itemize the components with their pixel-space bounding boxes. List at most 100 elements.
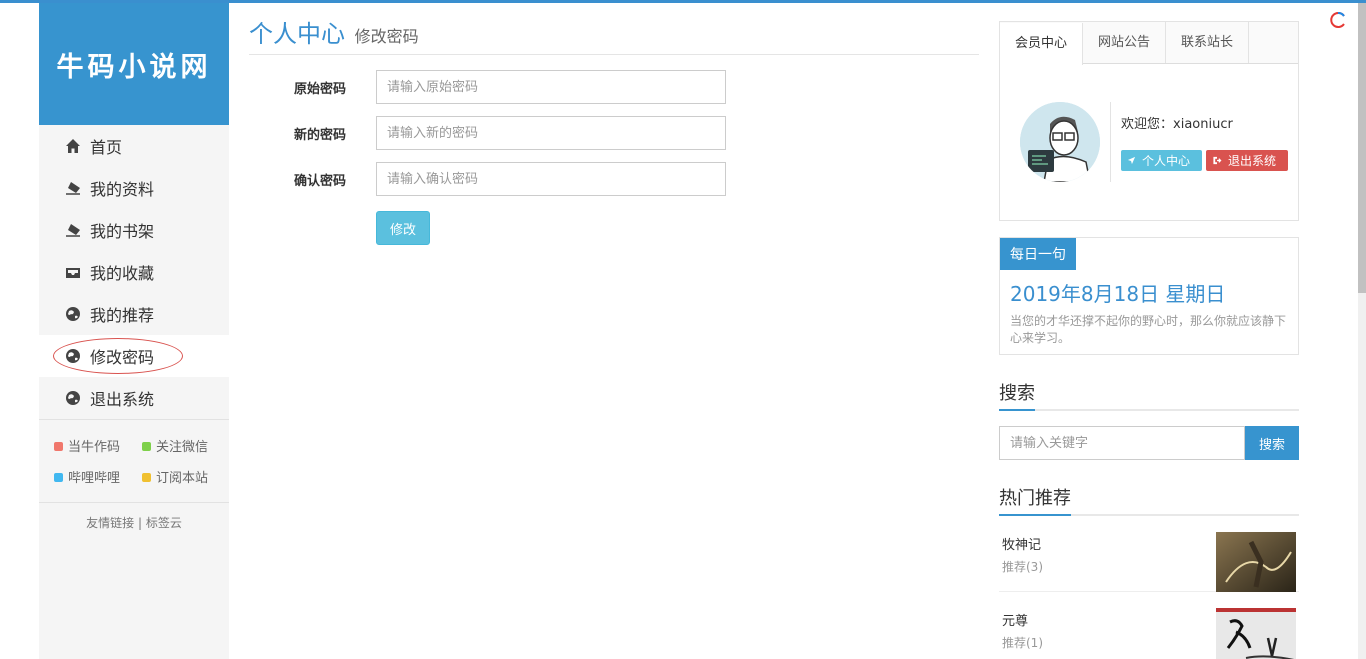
username: xiaoniucr [1173,117,1233,132]
scrollbar-thumb[interactable] [1358,3,1366,293]
tab-announcements[interactable]: 网站公告 [1083,22,1167,63]
search-input[interactable] [999,426,1245,460]
sidebar-item-recommend[interactable]: 我的推荐 [39,293,229,335]
sidebar-item-label: 退出系统 [90,390,155,409]
tab-member-center[interactable]: 会员中心 [1000,23,1084,65]
social-links: 当牛作码 关注微信 哔哩哔哩 订阅本站 [39,420,229,496]
sidebar-item-label: 修改密码 [90,348,155,367]
logo-text: 牛码小说网 [56,51,212,83]
title-text: 个人中心 [249,20,345,48]
sign-out-icon [1213,156,1222,165]
friend-links-link[interactable]: 友情链接 [86,516,134,530]
welcome-prefix: 欢迎您： [1121,117,1174,132]
field-label: 原始密码 [293,81,346,97]
tab-contact[interactable]: 联系站长 [1166,22,1250,63]
daily-quote: 当您的才华还撑不起你的野心时，那么你就应该静下心来学习。 [1010,314,1287,345]
book-title[interactable]: 元尊 [1002,610,1043,629]
search-button[interactable]: 搜索 [1245,426,1299,460]
welcome-block: 欢迎您：xiaoniucr 个人中心 退出系统 [1121,113,1289,171]
form-row-old-password: 原始密码 [249,70,979,104]
square-icon [54,473,63,482]
section-heading: 热门推荐 [999,484,1071,516]
sidebar-item-label: 我的资料 [90,180,155,199]
sidebar-item-label: 我的推荐 [90,306,155,325]
page: 牛码小说网 首页 我的资料 我的书架 我的收藏 我的推荐 修改密码 退出系统 当… [0,0,1366,659]
globe-icon [64,389,82,407]
logout-button[interactable]: 退出系统 [1206,150,1289,171]
daily-tag: 每日一句 [1000,238,1076,270]
new-password-input[interactable] [376,116,726,150]
form-row-new-password: 新的密码 [249,116,979,150]
daily-date: 2019年8月18日 星期日 [1010,282,1226,306]
social-link[interactable]: 订阅本站 [142,467,230,486]
form-row-confirm-password: 确认密码 [249,162,979,196]
avatar [1020,102,1100,182]
social-link[interactable]: 当牛作码 [54,436,142,455]
user-actions: 个人中心 退出系统 [1121,150,1289,171]
separator: | [137,516,143,530]
square-icon [54,442,63,451]
sidebar-item-home[interactable]: 首页 [39,125,229,167]
sidebar-item-profile[interactable]: 我的资料 [39,167,229,209]
home-icon [64,137,82,155]
square-icon [142,442,151,451]
social-label: 关注微信 [156,440,209,455]
loading-spinner-icon [1330,12,1346,28]
submit-button[interactable]: 修改 [376,211,430,245]
sidebar-item-logout[interactable]: 退出系统 [39,377,229,419]
list-item[interactable]: 元尊 推荐(1) [999,592,1299,659]
site-logo[interactable]: 牛码小说网 [39,3,229,125]
sidebar-item-change-password[interactable]: 修改密码 [39,335,229,377]
confirm-password-input[interactable] [376,162,726,196]
sidebar-item-bookshelf[interactable]: 我的书架 [39,209,229,251]
square-icon [142,473,151,482]
sidebar: 牛码小说网 首页 我的资料 我的书架 我的收藏 我的推荐 修改密码 退出系统 当… [39,3,229,659]
personal-center-button[interactable]: 个人中心 [1121,150,1203,171]
footer-links: 友情链接 | 标签云 [39,502,229,531]
social-label: 哔哩哔哩 [68,471,121,486]
tag-cloud-link[interactable]: 标签云 [146,516,182,530]
social-label: 订阅本站 [156,471,209,486]
globe-icon [64,347,82,365]
book-info: 元尊 推荐(1) [1002,610,1043,659]
user-box: 欢迎您：xiaoniucr 个人中心 退出系统 [1000,64,1298,220]
sidebar-item-label: 首页 [90,138,123,157]
social-link[interactable]: 哔哩哔哩 [54,467,142,486]
book-rec-count: 推荐(1) [1002,636,1043,650]
sidebar-item-label: 我的收藏 [90,264,155,283]
button-label: 退出系统 [1228,154,1277,168]
book-cover[interactable] [1216,608,1296,659]
divider [1110,102,1111,182]
location-arrow-icon [1127,156,1136,165]
social-label: 当牛作码 [68,440,121,455]
member-panel: 会员中心 网站公告 联系站长 欢迎您：xiaoniucr 个人中心 退出系统 [999,21,1299,221]
member-tabs: 会员中心 网站公告 联系站长 [1000,22,1298,65]
scrollbar[interactable] [1358,3,1366,659]
eraser-icon [64,221,82,239]
book-rec-count: 推荐(3) [1002,560,1043,574]
book-title[interactable]: 牧神记 [1002,534,1043,553]
sidebar-menu: 首页 我的资料 我的书架 我的收藏 我的推荐 修改密码 退出系统 [39,125,229,419]
sidebar-item-label: 我的书架 [90,222,155,241]
social-link[interactable]: 关注微信 [142,436,230,455]
right-column: 会员中心 网站公告 联系站长 欢迎您：xiaoniucr 个人中心 退出系统 每… [999,21,1299,659]
globe-icon [64,305,82,323]
old-password-input[interactable] [376,70,726,104]
hot-title: 热门推荐 [999,484,1299,516]
search-box: 搜索 [999,426,1299,460]
list-item[interactable]: 牧神记 推荐(3) [999,516,1299,592]
daily-quote-panel: 每日一句 2019年8月18日 星期日 当您的才华还撑不起你的野心时，那么你就应… [999,237,1299,355]
eraser-icon [64,179,82,197]
section-heading: 搜索 [999,379,1035,411]
book-info: 牧神记 推荐(3) [1002,534,1043,584]
field-label: 新的密码 [293,127,346,143]
button-label: 个人中心 [1142,154,1191,168]
page-subtitle: 修改密码 [354,27,419,46]
inbox-icon [64,263,82,281]
page-title: 个人中心 修改密码 [249,3,979,55]
welcome-text: 欢迎您：xiaoniucr [1121,113,1288,132]
search-title: 搜索 [999,379,1299,411]
book-cover[interactable] [1216,532,1296,592]
main-content: 个人中心 修改密码 原始密码 新的密码 确认密码 修改 [249,3,979,245]
sidebar-item-favorites[interactable]: 我的收藏 [39,251,229,293]
